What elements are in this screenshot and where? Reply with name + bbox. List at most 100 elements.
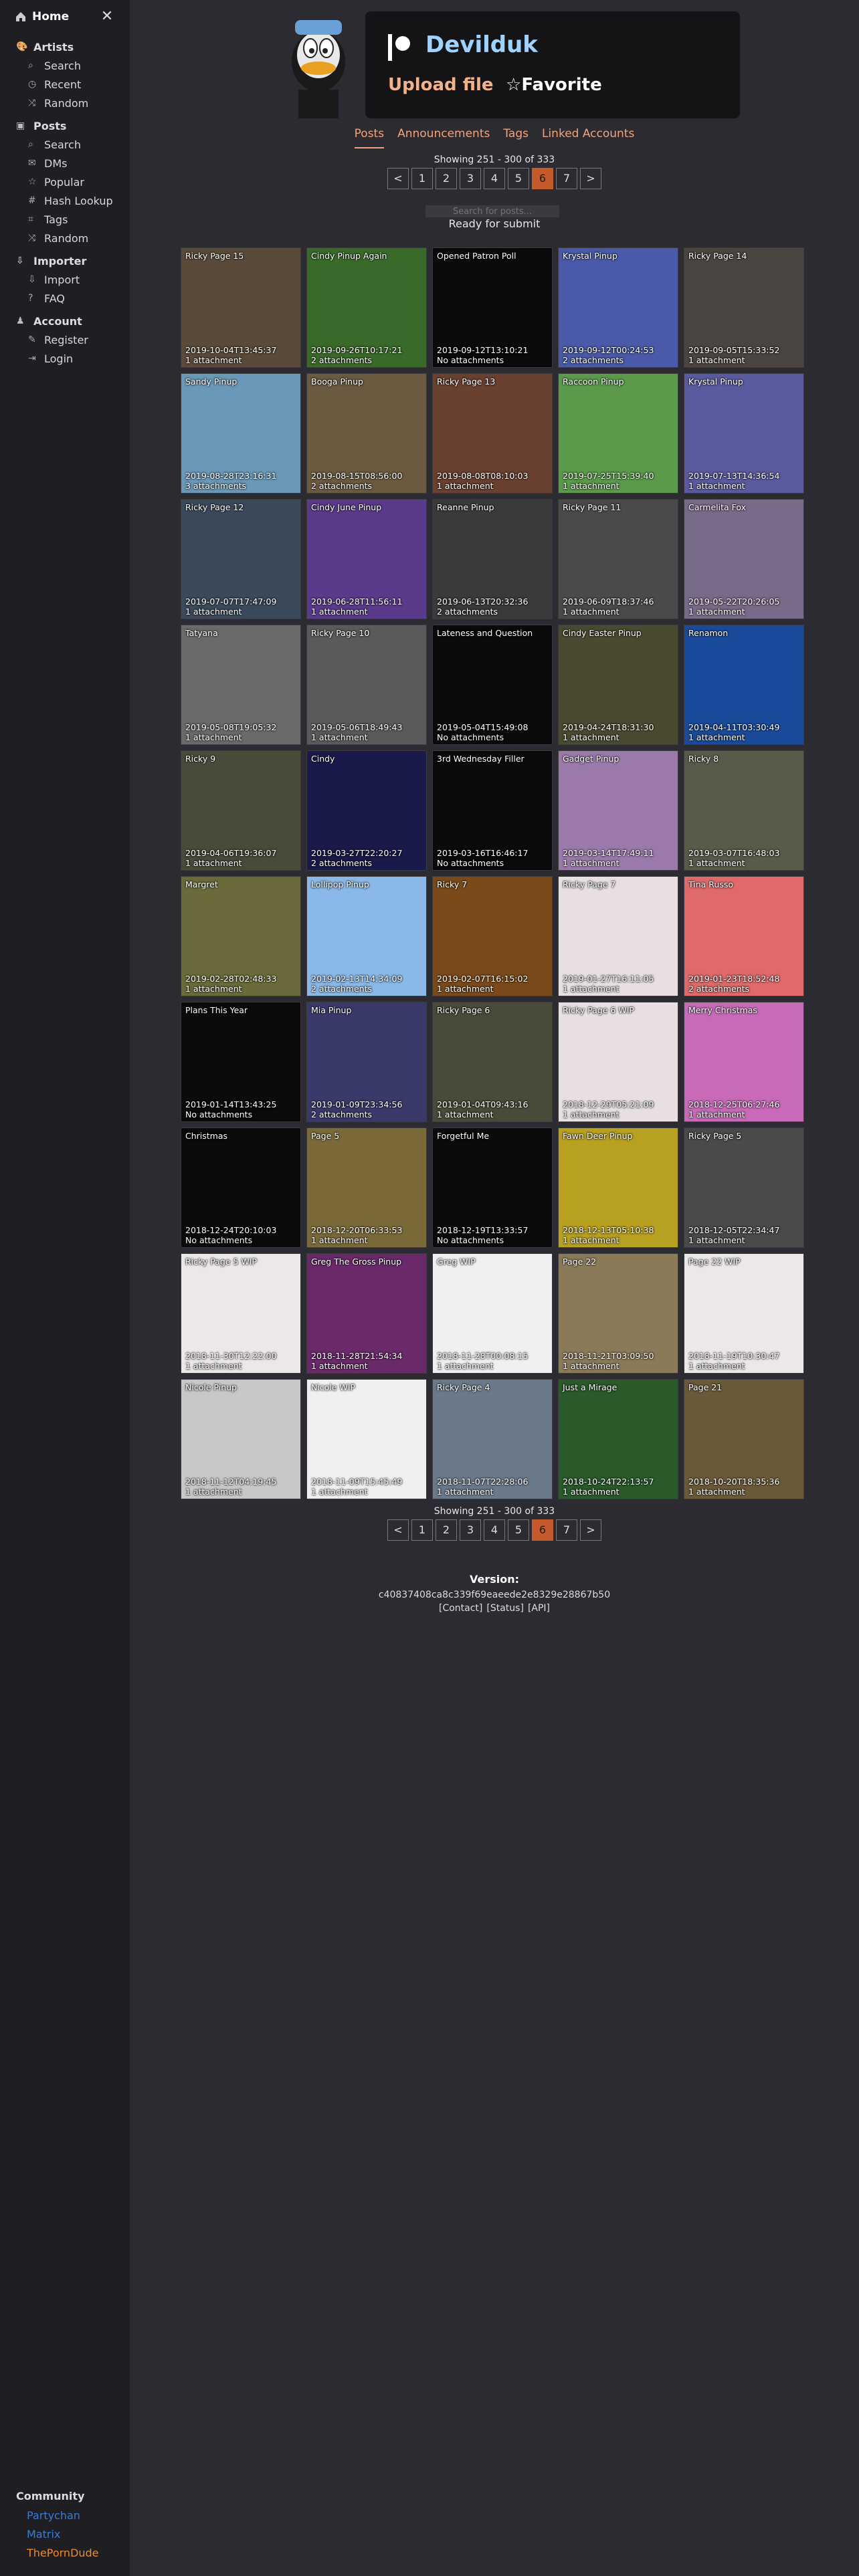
post-date: 2019-02-07T16:15:02: [437, 974, 529, 984]
tab-announcements[interactable]: Announcements: [397, 127, 490, 147]
post-card[interactable]: Ricky Page 7 2019-01-27T16:11:05 1 attachm…: [558, 876, 678, 996]
post-card[interactable]: Raccoon Pinup 2019-07-25T15:39:40 1 attach…: [558, 373, 678, 494]
page-button[interactable]: <: [387, 1519, 409, 1541]
sidebar-item-import[interactable]: ⇩ Import: [0, 270, 130, 289]
sidebar-item-tags[interactable]: ⌗ Tags: [0, 210, 130, 229]
post-card[interactable]: Booga Pinup 2019-08-15T08:56:00 2 attachme…: [306, 373, 427, 494]
footer-link[interactable]: [Contact]: [439, 1603, 482, 1614]
post-card[interactable]: Opened Patron Poll 2019-09-12T13:10:21 No …: [432, 247, 553, 368]
post-card[interactable]: Ricky 8 2019-03-07T16:48:03 1 attachment: [684, 750, 804, 871]
post-card[interactable]: Greg The Gross Pinup 2018-11-28T21:54:34 1…: [306, 1253, 427, 1374]
tab-posts[interactable]: Posts: [354, 127, 385, 148]
post-card[interactable]: Cindy Pinup Again 2019-09-26T10:17:21 2 at…: [306, 247, 427, 368]
post-card[interactable]: Tina Russo 2019-01-23T18:52:48 2 attachmen…: [684, 876, 804, 996]
sidebar-item-faq[interactable]: ? FAQ: [0, 289, 130, 308]
post-card[interactable]: Merry Christmas 2018-12-25T06:27:46 1 atta…: [684, 1002, 804, 1122]
sidebar-item-search[interactable]: ⌕ Search: [0, 135, 130, 154]
post-card[interactable]: Nicole Pinup 2018-11-12T04:19:45 1 attachm…: [181, 1379, 301, 1499]
post-card[interactable]: Margret 2019-02-28T02:48:33 1 attachment: [181, 876, 301, 996]
sidebar-item-random[interactable]: ⤨ Random: [0, 229, 130, 247]
post-card[interactable]: Ricky Page 4 2018-11-07T22:28:06 1 attachm…: [432, 1379, 553, 1499]
community-link[interactable]: Matrix: [27, 2525, 99, 2544]
post-card[interactable]: Just a Mirage 2018-10-24T22:13:57 1 attach…: [558, 1379, 678, 1499]
post-card[interactable]: 3rd Wednesday Filler 2019-03-16T16:46:17 N…: [432, 750, 553, 871]
page-button[interactable]: 2: [436, 168, 457, 189]
post-card[interactable]: Ricky Page 5 2018-12-05T22:34:47 1 attachm…: [684, 1128, 804, 1248]
pagination-top: <1 2 3 4 5 6 7 >: [130, 168, 859, 189]
post-card[interactable]: Ricky Page 6 2019-01-04T09:43:16 1 attachm…: [432, 1002, 553, 1122]
post-card[interactable]: Krystal Pinup 2019-09-12T00:24:53 2 attach…: [558, 247, 678, 368]
page-button[interactable]: 6: [532, 168, 553, 189]
post-card[interactable]: Gadget Pinup 2019-03-14T17:49:11 1 attachm…: [558, 750, 678, 871]
post-card[interactable]: Ricky Page 11 2019-06-09T18:37:46 1 attach…: [558, 499, 678, 619]
post-card[interactable]: Fawn Deer Pinup 2018-12-13T05:10:38 1 atta…: [558, 1128, 678, 1248]
sidebar-item-login[interactable]: ⇥ Login: [0, 349, 130, 368]
post-card[interactable]: Ricky Page 10 2019-05-06T18:49:43 1 attach…: [306, 625, 427, 745]
post-card[interactable]: Cindy June Pinup 2019-06-28T11:56:11 1 att…: [306, 499, 427, 619]
post-card[interactable]: Ricky 9 2019-04-06T19:36:07 1 attachment: [181, 750, 301, 871]
post-card[interactable]: Christmas 2018-12-24T20:10:03 No attachmen…: [181, 1128, 301, 1248]
post-card[interactable]: Page 5 2018-12-20T06:33:53 1 attachment: [306, 1128, 427, 1248]
post-card[interactable]: Ricky Page 12 2019-07-07T17:47:09 1 attach…: [181, 499, 301, 619]
post-card[interactable]: Tatyana 2019-05-08T19:05:32 1 attachment: [181, 625, 301, 745]
post-card[interactable]: Page 22 2018-11-21T03:09:50 1 attachment: [558, 1253, 678, 1374]
post-card[interactable]: Plans This Year 2019-01-14T13:43:25 No att…: [181, 1002, 301, 1122]
tab-tags[interactable]: Tags: [503, 127, 529, 147]
page-button[interactable]: 5: [508, 168, 529, 189]
post-card[interactable]: Sandy Pinup 2019-08-28T23:16:31 3 attachme…: [181, 373, 301, 494]
sidebar-item-random[interactable]: ⤨ Random: [0, 94, 130, 112]
upload-file-button[interactable]: Upload file: [388, 75, 494, 95]
post-card[interactable]: Ricky Page 15 2019-10-04T13:45:37 1 attach…: [181, 247, 301, 368]
page-button[interactable]: 7: [556, 1519, 577, 1541]
footer-link[interactable]: [API]: [528, 1603, 550, 1614]
post-card[interactable]: Cindy Easter Pinup 2019-04-24T18:31:30 1 a…: [558, 625, 678, 745]
sidebar-item-recent[interactable]: ◷ Recent: [0, 75, 130, 94]
post-card[interactable]: Ricky Page 13 2019-08-08T08:10:03 1 attach…: [432, 373, 553, 494]
sidebar-item-search[interactable]: ⌕ Search: [0, 56, 130, 75]
post-card[interactable]: Ricky Page 14 2019-09-05T15:33:52 1 attach…: [684, 247, 804, 368]
post-card[interactable]: Ricky Page 6 WIP 2018-12-29T05:21:09 1 att…: [558, 1002, 678, 1122]
sidebar-item-dms[interactable]: ✉ DMs: [0, 154, 130, 173]
search-input[interactable]: [425, 205, 559, 217]
tab-linked-accounts[interactable]: Linked Accounts: [542, 127, 634, 147]
footer-link[interactable]: [Status]: [486, 1603, 524, 1614]
post-card[interactable]: Page 21 2018-10-20T18:35:36 1 attachment: [684, 1379, 804, 1499]
sidebar-item-popular[interactable]: ☆ Popular: [0, 173, 130, 191]
post-card[interactable]: Carmelita Fox 2019-05-22T20:26:05 1 attach…: [684, 499, 804, 619]
post-card[interactable]: Lateness and Question 2019-05-04T15:49:08…: [432, 625, 553, 745]
sidebar-item-register[interactable]: ✎ Register: [0, 330, 130, 349]
post-card[interactable]: Page 22 WIP 2018-11-19T10:30:47 1 attachme…: [684, 1253, 804, 1374]
favorite-button[interactable]: ☆Favorite: [506, 75, 602, 95]
post-card[interactable]: Reanne Pinup 2019-06-13T20:32:36 2 attachm…: [432, 499, 553, 619]
community-link[interactable]: ThePornDude: [27, 2544, 99, 2563]
page-button[interactable]: 3: [460, 168, 481, 189]
close-icon[interactable]: ✕: [99, 9, 115, 25]
page-button[interactable]: 1: [411, 1519, 433, 1541]
page-button[interactable]: 4: [484, 1519, 505, 1541]
post-card[interactable]: Lollipop Pinup 2019-02-13T14:34:09 2 attac…: [306, 876, 427, 996]
page-button[interactable]: >: [580, 168, 601, 189]
page-button[interactable]: 7: [556, 168, 577, 189]
post-card[interactable]: Ricky 7 2019-02-07T16:15:02 1 attachment: [432, 876, 553, 996]
page-button[interactable]: 1: [411, 168, 433, 189]
page-button[interactable]: >: [580, 1519, 601, 1541]
page-button[interactable]: <: [387, 168, 409, 189]
post-card[interactable]: Krystal Pinup 2019-07-13T14:36:54 1 attach…: [684, 373, 804, 494]
post-card[interactable]: Ricky Page 5 WIP 2018-11-30T12:22:00 1 att…: [181, 1253, 301, 1374]
post-card[interactable]: Nicole WIP 2018-11-09T15:45:49 1 attachmen…: [306, 1379, 427, 1499]
post-card[interactable]: Greg WIP 2018-11-28T00:08:15 1 attachment: [432, 1253, 553, 1374]
community-link[interactable]: Partychan: [27, 2506, 99, 2525]
page-button[interactable]: 3: [460, 1519, 481, 1541]
page-button[interactable]: 4: [484, 168, 505, 189]
page-button[interactable]: 6: [532, 1519, 553, 1541]
post-title: Christmas: [185, 1131, 228, 1141]
post-card[interactable]: Cindy 2019-03-27T22:20:27 2 attachments: [306, 750, 427, 871]
post-card[interactable]: Mia Pinup 2019-01-09T23:34:56 2 attachment…: [306, 1002, 427, 1122]
page-button[interactable]: 2: [436, 1519, 457, 1541]
post-card[interactable]: Forgetful Me 2018-12-19T13:33:57 No attach…: [432, 1128, 553, 1248]
post-title: Forgetful Me: [437, 1131, 490, 1141]
artist-name[interactable]: Devilduk: [425, 31, 538, 58]
sidebar-item-hash-lookup[interactable]: # Hash Lookup: [0, 191, 130, 210]
post-card[interactable]: Renamon 2019-04-11T03:30:49 1 attachment: [684, 625, 804, 745]
page-button[interactable]: 5: [508, 1519, 529, 1541]
